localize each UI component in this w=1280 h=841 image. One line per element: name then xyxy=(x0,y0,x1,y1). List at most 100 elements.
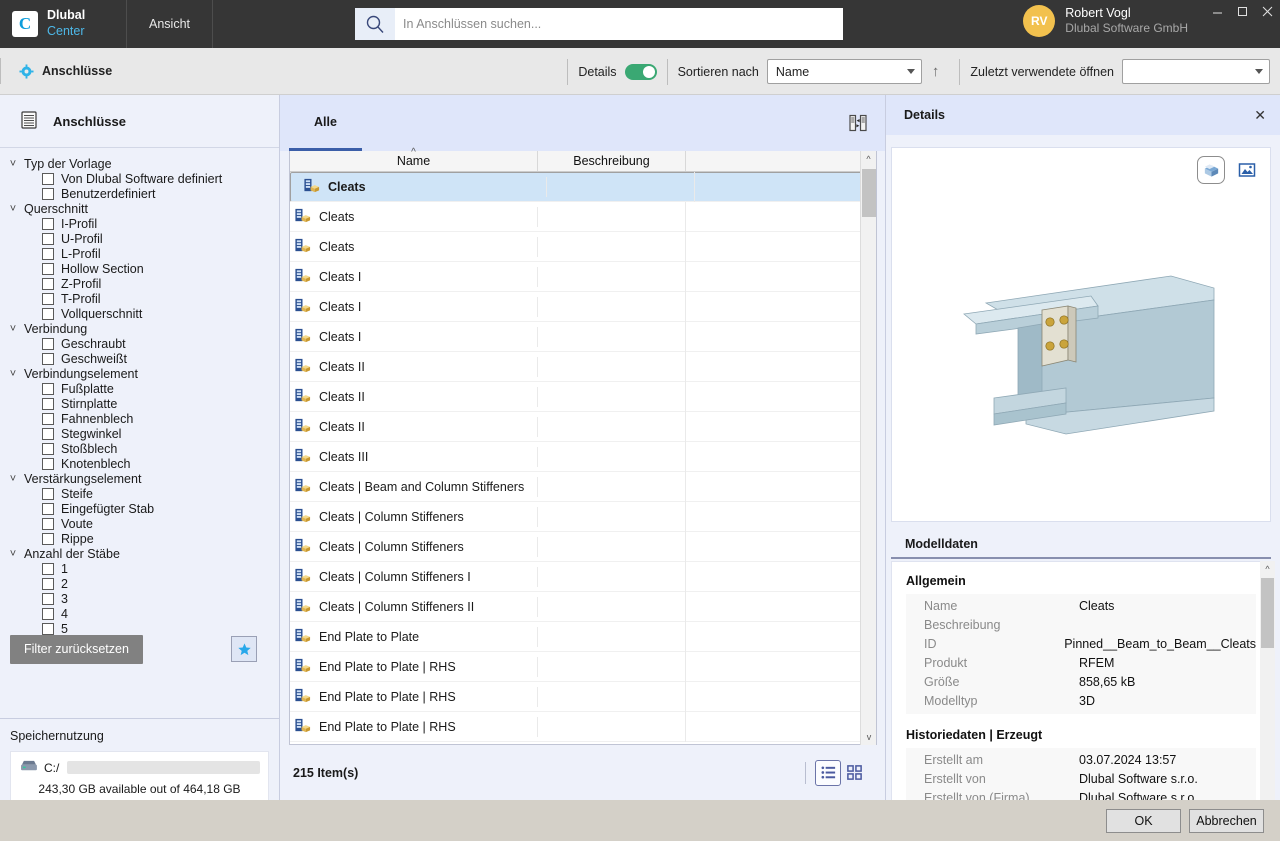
row-name-cell[interactable]: End Plate to Plate | RHS xyxy=(290,716,538,737)
row-description-cell[interactable] xyxy=(538,651,686,682)
search-bar[interactable] xyxy=(355,8,843,40)
checkbox[interactable] xyxy=(42,262,54,275)
checkbox[interactable] xyxy=(42,292,54,305)
checkbox[interactable] xyxy=(42,352,54,365)
row-description-cell[interactable] xyxy=(538,531,686,562)
row-description-cell[interactable] xyxy=(538,381,686,412)
checkbox[interactable] xyxy=(42,517,54,530)
table-row[interactable]: Cleats II xyxy=(290,351,876,382)
table-row[interactable]: Cleats I xyxy=(290,321,876,352)
details-toggle-group[interactable]: Details xyxy=(567,58,666,85)
checkbox[interactable] xyxy=(42,442,54,455)
table-row[interactable]: Cleats I xyxy=(290,291,876,322)
checkbox[interactable] xyxy=(42,232,54,245)
row-name-cell[interactable]: Cleats | Column Stiffeners xyxy=(290,536,538,557)
filter-option[interactable]: Vollquerschnitt xyxy=(0,306,279,321)
row-description-cell[interactable] xyxy=(538,231,686,262)
checkbox[interactable] xyxy=(42,397,54,410)
filter-option[interactable]: Knotenblech xyxy=(0,456,279,471)
filter-option[interactable]: Von Dlubal Software definiert xyxy=(0,171,279,186)
row-name-cell[interactable]: End Plate to Plate | RHS xyxy=(290,686,538,707)
checkbox[interactable] xyxy=(42,577,54,590)
filter-option[interactable]: Steife xyxy=(0,486,279,501)
filter-option[interactable]: Stoßblech xyxy=(0,441,279,456)
table-row[interactable]: Cleats xyxy=(290,172,876,202)
filter-option[interactable]: I-Profil xyxy=(0,216,279,231)
filter-option[interactable]: Fußplatte xyxy=(0,381,279,396)
table-row[interactable]: Cleats | Column Stiffeners xyxy=(290,501,876,532)
table-row[interactable]: Cleats II xyxy=(290,411,876,442)
table-row[interactable]: End Plate to Plate | RHS xyxy=(290,681,876,712)
checkbox[interactable] xyxy=(42,607,54,620)
scrollbar-thumb[interactable] xyxy=(862,169,876,217)
grid-view-icon[interactable] xyxy=(841,760,867,786)
row-description-cell[interactable] xyxy=(538,501,686,532)
favorites-button[interactable] xyxy=(231,636,257,662)
recent-select[interactable] xyxy=(1122,59,1270,84)
checkbox[interactable] xyxy=(42,277,54,290)
table-row[interactable]: Cleats III xyxy=(290,441,876,472)
row-name-cell[interactable]: Cleats I xyxy=(290,326,538,347)
row-name-cell[interactable]: Cleats III xyxy=(290,446,538,467)
checkbox[interactable] xyxy=(42,532,54,545)
checkbox[interactable] xyxy=(42,172,54,185)
checkbox[interactable] xyxy=(42,562,54,575)
table-row[interactable]: Cleats | Column Stiffeners II xyxy=(290,591,876,622)
checkbox[interactable] xyxy=(42,307,54,320)
table-row[interactable]: Cleats | Column Stiffeners I xyxy=(290,561,876,592)
row-name-cell[interactable]: Cleats xyxy=(290,206,538,227)
row-name-cell[interactable]: Cleats xyxy=(290,236,538,257)
checkbox[interactable] xyxy=(42,457,54,470)
table-row[interactable]: Cleats | Beam and Column Stiffeners xyxy=(290,471,876,502)
checkbox[interactable] xyxy=(42,247,54,260)
filter-group-3[interactable]: ˅ Verbindungselement xyxy=(0,366,279,381)
table-row[interactable]: Cleats xyxy=(290,231,876,262)
scroll-down-icon[interactable]: v xyxy=(861,729,877,745)
filter-option[interactable]: 2 xyxy=(0,576,279,591)
cube-3d-icon[interactable] xyxy=(1197,156,1225,184)
checkbox[interactable] xyxy=(42,337,54,350)
checkbox[interactable] xyxy=(42,427,54,440)
close-button[interactable] xyxy=(1255,0,1280,22)
checkbox[interactable] xyxy=(42,412,54,425)
list-scrollbar[interactable]: ^ v xyxy=(860,151,876,745)
table-row[interactable]: Cleats xyxy=(290,201,876,232)
minimize-button[interactable] xyxy=(1205,0,1230,22)
search-input[interactable] xyxy=(395,9,843,39)
row-name-cell[interactable]: End Plate to Plate | RHS xyxy=(290,656,538,677)
row-name-cell[interactable]: Cleats II xyxy=(290,386,538,407)
row-name-cell[interactable]: Cleats xyxy=(299,177,547,197)
row-name-cell[interactable]: Cleats | Column Stiffeners xyxy=(290,506,538,527)
filter-option[interactable]: 3 xyxy=(0,591,279,606)
reset-filter-button[interactable]: Filter zurücksetzen xyxy=(10,634,143,664)
table-row[interactable]: Cleats II xyxy=(290,381,876,412)
row-description-cell[interactable] xyxy=(538,471,686,502)
user-account[interactable]: RV Robert Vogl Dlubal Software GmbH xyxy=(1023,5,1188,37)
row-description-cell[interactable] xyxy=(538,261,686,292)
details-scrollbar[interactable]: ^ v xyxy=(1260,561,1275,841)
module-tab-anschluesse[interactable]: Anschlüsse xyxy=(0,58,126,84)
row-description-cell[interactable] xyxy=(538,441,686,472)
maximize-button[interactable] xyxy=(1230,0,1255,22)
row-name-cell[interactable]: Cleats II xyxy=(290,356,538,377)
list-view-icon[interactable] xyxy=(815,759,841,786)
filter-option[interactable]: Fahnenblech xyxy=(0,411,279,426)
filter-option[interactable]: U-Profil xyxy=(0,231,279,246)
row-name-cell[interactable]: Cleats | Beam and Column Stiffeners xyxy=(290,476,538,497)
filter-option[interactable]: Geschweißt xyxy=(0,351,279,366)
row-name-cell[interactable]: Cleats | Column Stiffeners I xyxy=(290,566,538,587)
row-description-cell[interactable] xyxy=(538,681,686,712)
filter-group-4[interactable]: ˅ Verstärkungselement xyxy=(0,471,279,486)
scrollbar-thumb[interactable] xyxy=(1261,578,1274,648)
filter-option[interactable]: Geschraubt xyxy=(0,336,279,351)
filter-option[interactable]: Hollow Section xyxy=(0,261,279,276)
column-header-extra[interactable] xyxy=(686,151,876,171)
row-description-cell[interactable] xyxy=(538,591,686,622)
sort-select[interactable]: Name xyxy=(766,59,922,84)
filter-option[interactable]: L-Profil xyxy=(0,246,279,261)
checkbox[interactable] xyxy=(42,502,54,515)
ok-button[interactable]: OK xyxy=(1106,808,1181,833)
row-description-cell[interactable] xyxy=(538,411,686,442)
row-description-cell[interactable] xyxy=(547,172,695,202)
close-icon[interactable]: ✕ xyxy=(1254,107,1266,124)
